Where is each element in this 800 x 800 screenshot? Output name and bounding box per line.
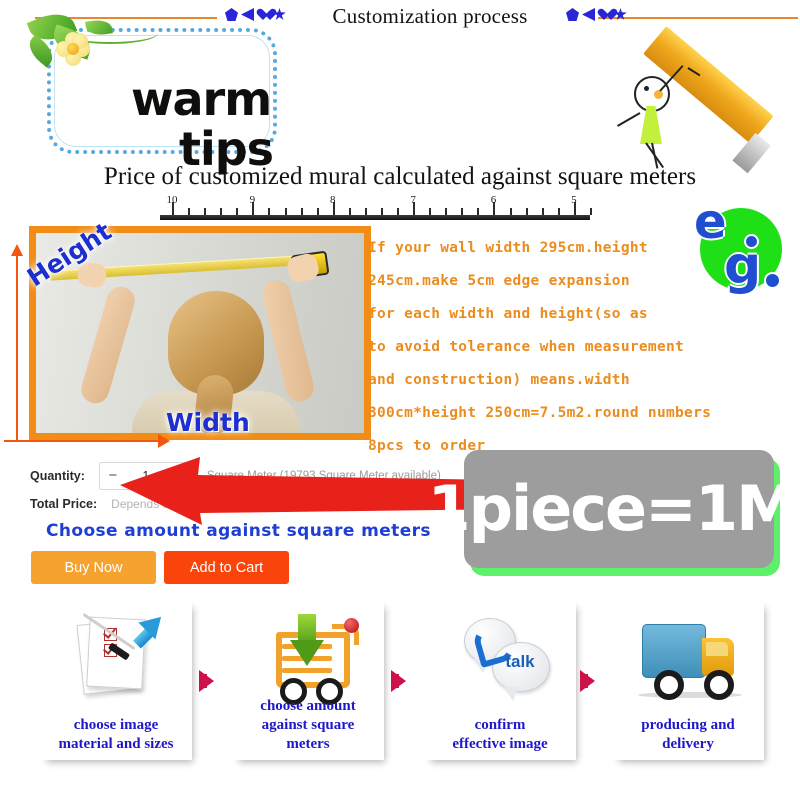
step-caption: choose image material and sizes [58,717,174,752]
ruler-tick [557,208,560,215]
heart-icon [598,9,611,21]
truck-wheel [654,670,684,700]
ruler-tick [445,208,448,215]
eg-badge-letter-e: e [694,194,727,250]
quantity-row: Quantity: − 1 + Square Meter (19793 Squa… [30,462,441,490]
spec-line: to avoid tolerance when measurement [368,339,685,355]
ruler-tick [397,208,400,215]
ruler-number: 7 [410,194,416,206]
width-label: Width [166,408,250,437]
quantity-value[interactable]: 1 [126,469,166,483]
download-arrow-icon [290,614,324,670]
truck-wheel [704,670,734,700]
pentagon-icon [225,8,238,21]
height-axis-arrow [11,244,23,442]
talk-bubble-text: talk [505,652,535,671]
ruler-number: 9 [249,194,256,206]
shopping-cart-download-icon [232,608,384,705]
step-card-choose-amount[interactable]: choose amount against square meters [232,600,384,760]
ruler-tick [364,208,367,215]
spec-line: for each width and height(so as [368,306,648,322]
ruler-number: 6 [490,194,497,206]
add-to-cart-button[interactable]: Add to Cart [164,551,289,584]
ruler-number: 5 [571,194,577,206]
ruler-tick [204,208,207,215]
step-caption: producing and delivery [641,717,735,752]
ruler-tick [380,208,383,215]
ruler-number: 10 [166,194,178,206]
ruler-tick [429,208,432,215]
ruler-tick [461,208,464,215]
price-heading: Price of customized mural calculated aga… [103,163,697,190]
ruler-tick [525,208,528,215]
ruler-graphic: 10 9 8 7 6 5 [160,194,592,220]
eg-badge-dot [744,234,759,249]
spec-line: and construction) means.width [368,372,630,388]
step-card-producing-delivery[interactable]: producing and delivery [612,600,764,760]
talk-bubbles-icon: talk [424,608,576,701]
ruler-tick [509,208,512,215]
delivery-truck-icon [612,608,764,700]
total-price-label: Total Price: [30,497,98,511]
ruler-bar [160,215,590,220]
quantity-stepper[interactable]: − 1 + [98,462,193,490]
spec-line: 300cm*height 250cm=7.5m2.round numbers [368,405,712,421]
ruler-tick [477,208,480,215]
ruler-tick [188,208,191,215]
step-arrow-icon [199,670,214,692]
quantity-availability-note: Square Meter (19793 Square Meter availab… [206,470,441,482]
warm-tips-line1: warm [131,72,272,126]
ruler-number: 8 [329,194,336,206]
total-price-row: Total Price: Depends on the product prop… [30,497,353,511]
heart-icon [257,9,270,21]
stick-figure-eye [644,86,649,91]
pentagon-icon [566,8,579,21]
stick-figure-body [640,106,662,144]
piece-badge: 1piece=1M2 [427,450,800,568]
step-card-confirm-image[interactable]: talk confirm effective image [424,600,576,760]
process-steps: choose image material and sizes choose am… [0,596,800,800]
blue-arrow-icon [124,614,166,656]
page-title: Customization process [332,4,528,28]
quantity-decrement-button[interactable]: − [100,464,126,488]
width-axis-arrow [4,434,170,448]
triangle-icon [582,8,595,21]
header-glyphs-left [225,8,286,21]
eg-badge-letter-g: g [724,236,762,296]
choose-amount-caption: Choose amount against square meters [46,521,431,541]
ruler-tick [220,208,223,215]
step-card-choose-image[interactable]: choose image material and sizes [40,600,192,760]
flower-center [67,43,79,55]
header-glyphs-right [566,8,627,21]
cart-handle-knob [344,618,359,633]
ruler-tick [284,208,287,215]
step-caption: choose amount against square meters [260,698,356,752]
stick-figure-arm [616,112,641,127]
piece-badge-text: 1piece=1M2 [427,470,800,540]
flower-icon [56,32,90,66]
piece-badge-main: 1piece=1M [427,472,797,545]
documents-checklist-icon [40,608,192,700]
quantity-increment-button[interactable]: + [166,464,192,488]
step-arrow-icon [580,670,595,692]
ruler-tick [300,208,303,215]
ruler-tick [236,208,239,215]
truck-window [706,642,728,656]
stick-figure-nose [654,90,663,99]
page-root: Customization process warm tips Price of… [0,0,800,800]
ruler-tick [541,208,544,215]
total-price-note: Depends on the product properties you se… [111,497,354,511]
buy-now-button[interactable]: Buy Now [31,551,156,584]
quantity-label: Quantity: [30,469,85,483]
ruler-tick [316,208,319,215]
header-rule-right [598,17,798,19]
triangle-icon [241,8,254,21]
step-caption: confirm effective image [452,717,548,752]
step-arrow-icon [391,670,406,692]
ruler-tick [589,208,592,215]
eg-badge-dot [764,272,781,289]
ruler-tick [268,208,271,215]
ruler-tick [348,208,351,215]
